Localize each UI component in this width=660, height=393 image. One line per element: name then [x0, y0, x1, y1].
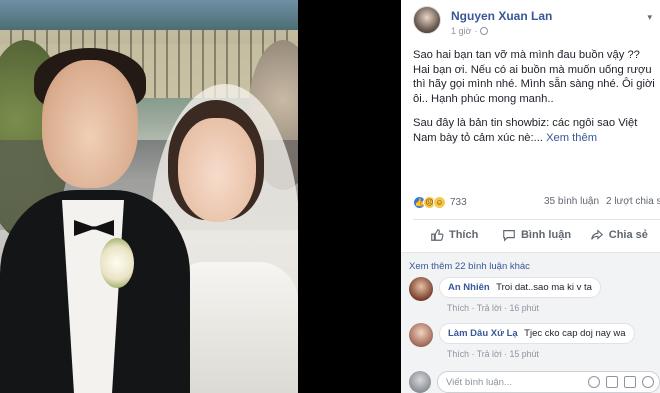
like-label: Thích — [448, 229, 479, 241]
comments-section: Xem thêm 22 bình luận khác An Nhiên Troi… — [401, 253, 660, 393]
comment-bubble: Làm Dâu Xứ Lạ Tjec cko cap doj nay wa — [439, 323, 635, 344]
post-panel: Nguyen Xuan Lan 1 giờ · ▾ Sao hai bạn ta… — [401, 0, 660, 393]
post-body: Sao hai bạn tan vỡ mà mình đau buồn vậy … — [413, 48, 658, 156]
see-more-link[interactable]: Xem thêm — [546, 132, 597, 144]
post-header: Nguyen Xuan Lan 1 giờ · ▾ — [401, 0, 660, 40]
comment-like-link[interactable]: Thích — [447, 349, 469, 359]
share-label: Chia sẻ — [608, 229, 648, 241]
commenter-avatar[interactable] — [409, 277, 433, 301]
emoji-icon[interactable] — [588, 376, 600, 388]
commenter-name[interactable]: An Nhiên — [448, 282, 490, 293]
comments-count[interactable]: 35 bình luận — [544, 196, 599, 207]
globe-icon — [480, 27, 489, 35]
comment-reply-link[interactable]: Trả lời — [477, 303, 502, 313]
share-icon — [590, 229, 603, 240]
camera-icon[interactable] — [606, 376, 618, 388]
write-comment-row: Viết bình luận... — [409, 371, 660, 393]
gif-icon[interactable] — [624, 376, 636, 388]
post-actions: Thích Bình luận Chia sẻ — [413, 222, 660, 248]
user-avatar — [409, 371, 431, 393]
comment-input-placeholder: Viết bình luận... — [446, 377, 512, 388]
comment-text: Troi dat..sao ma ki v ta — [496, 282, 592, 293]
post-meta: 1 giờ · — [451, 26, 489, 36]
author-avatar[interactable] — [413, 6, 441, 34]
comment-links: Thích · Trả lời · 16 phút — [447, 303, 539, 313]
author-name[interactable]: Nguyen Xuan Lan — [451, 9, 552, 23]
thumbs-up-icon — [431, 229, 444, 241]
chevron-down-icon[interactable]: ▾ — [647, 12, 652, 23]
post-stats: 👍 ☹ ☺ 733 35 bình luận 2 lượt chia sẻ — [413, 196, 660, 210]
share-button[interactable]: Chia sẻ — [578, 222, 660, 248]
comment-text: Tjec cko cap doj nay wa — [524, 328, 626, 339]
post-time[interactable]: 1 giờ — [451, 26, 471, 36]
comment-item: Làm Dâu Xứ Lạ Tjec cko cap doj nay wa Th… — [409, 323, 659, 363]
comment-item: An Nhiên Troi dat..sao ma ki v ta Thích … — [409, 277, 659, 317]
reactions-summary[interactable]: 👍 ☹ ☺ 733 — [413, 196, 467, 209]
comment-label: Bình luận — [520, 229, 572, 241]
divider — [413, 219, 660, 220]
bride-face — [178, 118, 256, 222]
comment-time[interactable]: 16 phút — [510, 303, 539, 313]
like-button[interactable]: Thích — [413, 222, 495, 248]
comment-reply-link[interactable]: Trả lời — [477, 349, 502, 359]
haha-reaction-icon: ☺ — [433, 196, 446, 209]
boutonniere — [100, 238, 134, 288]
sticker-icon[interactable] — [642, 376, 654, 388]
comment-button[interactable]: Bình luận — [495, 222, 577, 248]
post-paragraph: Sao hai bạn tan vỡ mà mình đau buồn vậy … — [413, 49, 655, 105]
reactions-count: 733 — [450, 197, 467, 208]
comment-bubble: An Nhiên Troi dat..sao ma ki v ta — [439, 277, 601, 298]
commenter-avatar[interactable] — [409, 323, 433, 347]
view-more-comments-link[interactable]: Xem thêm 22 bình luận khác — [409, 261, 530, 272]
comment-time[interactable]: 15 phút — [510, 349, 539, 359]
shares-count[interactable]: 2 lượt chia sẻ — [606, 196, 660, 207]
groom-face — [42, 60, 138, 188]
post-paragraph: Sau đây là bản tin showbiz: các ngôi sao… — [413, 117, 638, 144]
comment-icon — [503, 230, 515, 242]
comment-like-link[interactable]: Thích — [447, 303, 469, 313]
commenter-name[interactable]: Làm Dâu Xứ Lạ — [448, 328, 518, 339]
comment-links: Thích · Trả lời · 15 phút — [447, 349, 539, 359]
post-photo[interactable] — [0, 0, 298, 393]
